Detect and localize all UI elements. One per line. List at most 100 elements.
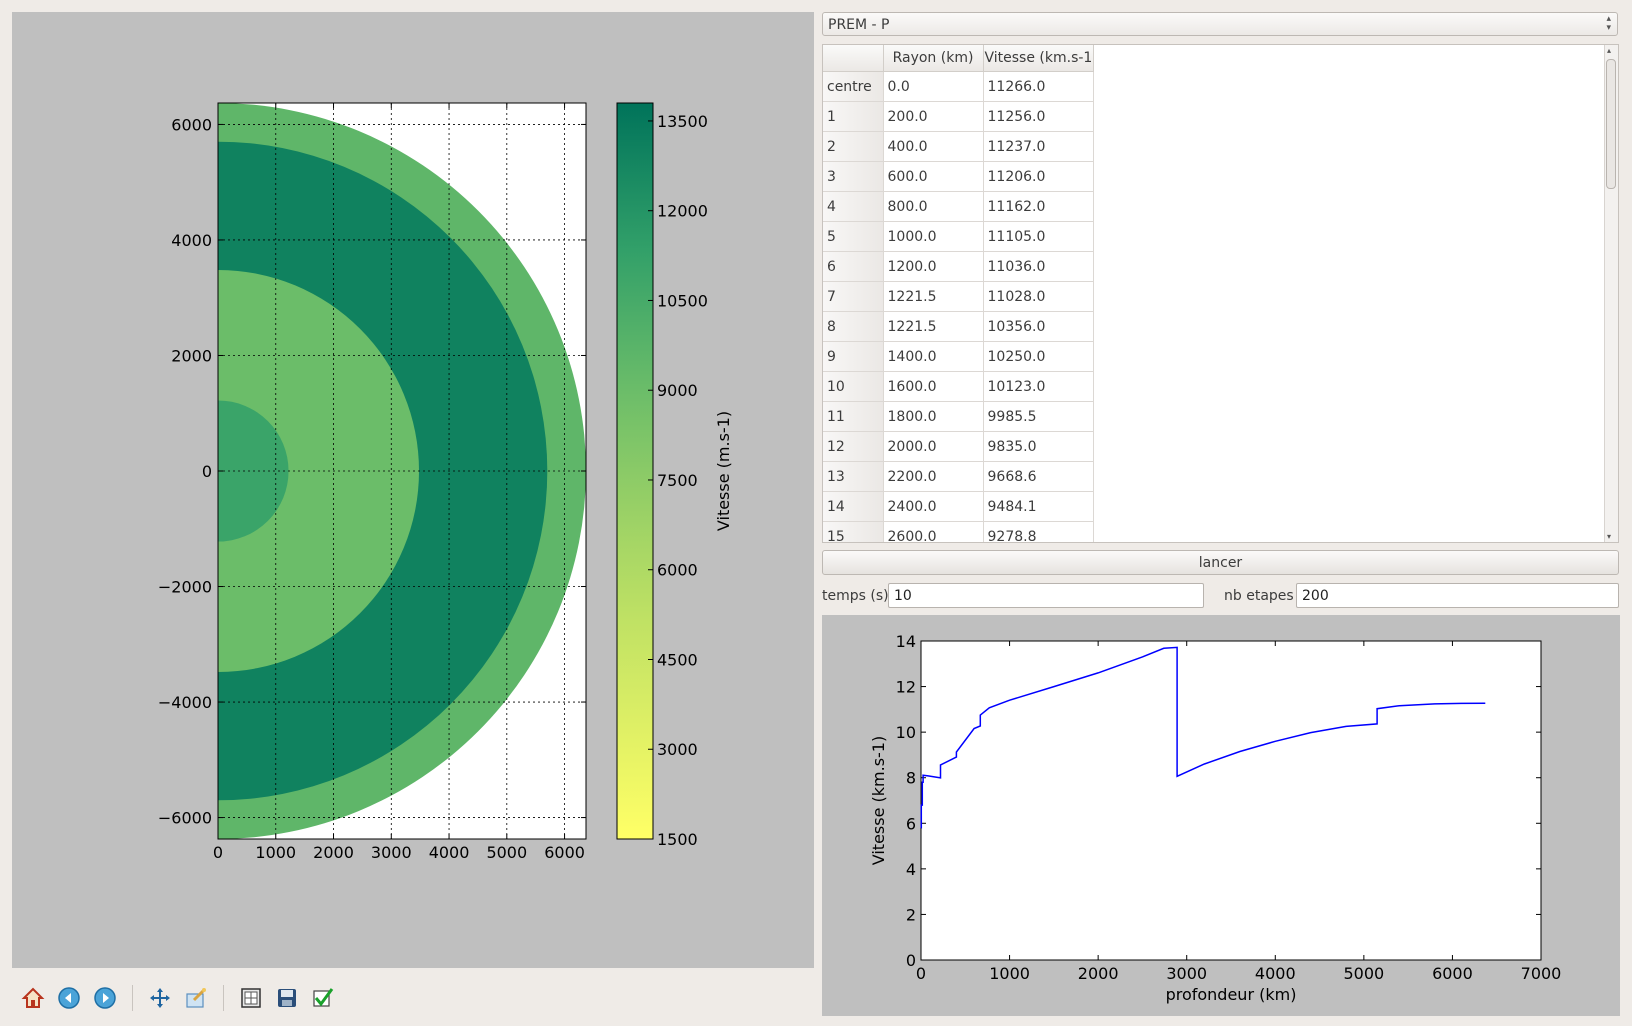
cell-vitesse[interactable]: 9668.6: [983, 461, 1095, 492]
parameters-row: temps (s) nb etapes: [822, 583, 1620, 609]
y-tick-label: 14: [896, 632, 916, 651]
cell-vitesse[interactable]: 10250.0: [983, 341, 1095, 372]
cell-vitesse[interactable]: 11237.0: [983, 131, 1095, 162]
x-tick-label: 7000: [1521, 964, 1562, 983]
cell-rayon[interactable]: 800.0: [883, 191, 984, 222]
table-row[interactable]: 1 200.0 11256.0: [823, 101, 1095, 132]
corner-header[interactable]: [823, 45, 884, 72]
cell-rayon[interactable]: 1221.5: [883, 281, 984, 312]
cell-rayon[interactable]: 600.0: [883, 161, 984, 192]
row-header[interactable]: 3: [823, 161, 884, 192]
cell-vitesse[interactable]: 9835.0: [983, 431, 1095, 462]
scroll-up-icon[interactable]: ▴: [1607, 46, 1611, 55]
scrollbar-thumb[interactable]: [1606, 59, 1616, 189]
plot-area: [920, 640, 1542, 961]
row-header[interactable]: 8: [823, 311, 884, 342]
cell-rayon[interactable]: 400.0: [883, 131, 984, 162]
home-button[interactable]: [18, 983, 48, 1013]
table-row[interactable]: centre 0.0 11266.0: [823, 71, 1095, 102]
row-header[interactable]: 2: [823, 131, 884, 162]
pan-button[interactable]: [145, 983, 175, 1013]
cell-rayon[interactable]: 2200.0: [883, 461, 984, 492]
cell-vitesse[interactable]: 11036.0: [983, 251, 1095, 282]
check-icon: [313, 988, 334, 1007]
row-header[interactable]: 13: [823, 461, 884, 492]
table-row[interactable]: 13 2200.0 9668.6: [823, 461, 1095, 492]
row-header[interactable]: centre: [823, 71, 884, 102]
time-input[interactable]: [888, 583, 1204, 608]
table-row[interactable]: 7 1221.5 11028.0: [823, 281, 1095, 312]
y-tick-label: −2000: [158, 578, 212, 597]
row-header[interactable]: 5: [823, 221, 884, 252]
table-row[interactable]: 2 400.0 11237.0: [823, 131, 1095, 162]
save-icon: [278, 989, 296, 1007]
time-label: temps (s): [822, 588, 889, 604]
colorbar-tick-label: 12000: [657, 202, 708, 221]
cell-rayon[interactable]: 1221.5: [883, 311, 984, 342]
cell-rayon[interactable]: 1200.0: [883, 251, 984, 282]
table-row[interactable]: 15 2600.0 9278.8: [823, 521, 1095, 542]
save-button[interactable]: [272, 983, 302, 1013]
row-header[interactable]: 12: [823, 431, 884, 462]
table-row[interactable]: 3 600.0 11206.0: [823, 161, 1095, 192]
cell-rayon[interactable]: 200.0: [883, 101, 984, 132]
column-header-rayon[interactable]: Rayon (km): [883, 45, 984, 72]
row-header[interactable]: 15: [823, 521, 884, 542]
row-header[interactable]: 4: [823, 191, 884, 222]
cell-vitesse[interactable]: 11105.0: [983, 221, 1095, 252]
cell-rayon[interactable]: 2600.0: [883, 521, 984, 542]
cell-vitesse[interactable]: 11206.0: [983, 161, 1095, 192]
row-header[interactable]: 9: [823, 341, 884, 372]
cell-rayon[interactable]: 1800.0: [883, 401, 984, 432]
table-row[interactable]: 5 1000.0 11105.0: [823, 221, 1095, 252]
edit-parameters-button[interactable]: [308, 983, 338, 1013]
column-header-vitesse[interactable]: Vitesse (km.s-1: [983, 45, 1095, 72]
table-row[interactable]: 8 1221.5 10356.0: [823, 311, 1095, 342]
cell-vitesse[interactable]: 11028.0: [983, 281, 1095, 312]
velocity-map-figure: 0 1000 2000 3000 4000 5000 6000 6000 4000 2000 0 −2…: [12, 12, 814, 968]
table-row[interactable]: 10 1600.0 10123.0: [823, 371, 1095, 402]
cell-rayon[interactable]: 0.0: [883, 71, 984, 102]
table-row[interactable]: 6 1200.0 11036.0: [823, 251, 1095, 282]
zoom-icon: [186, 988, 206, 1008]
back-button[interactable]: [54, 983, 84, 1013]
zoom-button[interactable]: [181, 983, 211, 1013]
cell-vitesse[interactable]: 11256.0: [983, 101, 1095, 132]
model-select[interactable]: PREM - P ▴ ▾: [822, 12, 1618, 36]
table-row[interactable]: 11 1800.0 9985.5: [823, 401, 1095, 432]
cell-rayon[interactable]: 2400.0: [883, 491, 984, 522]
cell-rayon[interactable]: 1400.0: [883, 341, 984, 372]
row-header[interactable]: 7: [823, 281, 884, 312]
home-icon: [21, 987, 45, 1008]
table-row[interactable]: 4 800.0 11162.0: [823, 191, 1095, 222]
x-tick-label: 2000: [1078, 964, 1119, 983]
model-table[interactable]: Rayon (km) Vitesse (km.s-1 centre 0.0 1126…: [822, 44, 1619, 543]
cell-rayon[interactable]: 2000.0: [883, 431, 984, 462]
launch-button[interactable]: lancer: [822, 550, 1619, 575]
row-header[interactable]: 14: [823, 491, 884, 522]
table-row[interactable]: 12 2000.0 9835.0: [823, 431, 1095, 462]
cell-vitesse[interactable]: 11266.0: [983, 71, 1095, 102]
x-tick-label: 4000: [1255, 964, 1296, 983]
cell-rayon[interactable]: 1600.0: [883, 371, 984, 402]
row-header[interactable]: 1: [823, 101, 884, 132]
forward-button[interactable]: [90, 983, 120, 1013]
subplots-button[interactable]: [236, 983, 266, 1013]
row-header[interactable]: 6: [823, 251, 884, 282]
table-row[interactable]: 14 2400.0 9484.1: [823, 491, 1095, 522]
scroll-down-icon[interactable]: ▾: [1607, 532, 1611, 541]
cell-vitesse[interactable]: 10356.0: [983, 311, 1095, 342]
table-scrollbar[interactable]: ▴ ▾: [1604, 45, 1618, 542]
row-header[interactable]: 11: [823, 401, 884, 432]
velocity-profile-figure: 0 1000 2000 3000 4000 5000 6000 7000 0 2 4 6 8 10 12 14…: [822, 615, 1620, 1016]
x-tick-label: 6000: [1432, 964, 1473, 983]
row-header[interactable]: 10: [823, 371, 884, 402]
table-row[interactable]: 9 1400.0 10250.0: [823, 341, 1095, 372]
cell-rayon[interactable]: 1000.0: [883, 221, 984, 252]
cell-vitesse[interactable]: 9985.5: [983, 401, 1095, 432]
steps-input[interactable]: [1296, 583, 1619, 608]
cell-vitesse[interactable]: 10123.0: [983, 371, 1095, 402]
cell-vitesse[interactable]: 11162.0: [983, 191, 1095, 222]
cell-vitesse[interactable]: 9484.1: [983, 491, 1095, 522]
cell-vitesse[interactable]: 9278.8: [983, 521, 1095, 542]
